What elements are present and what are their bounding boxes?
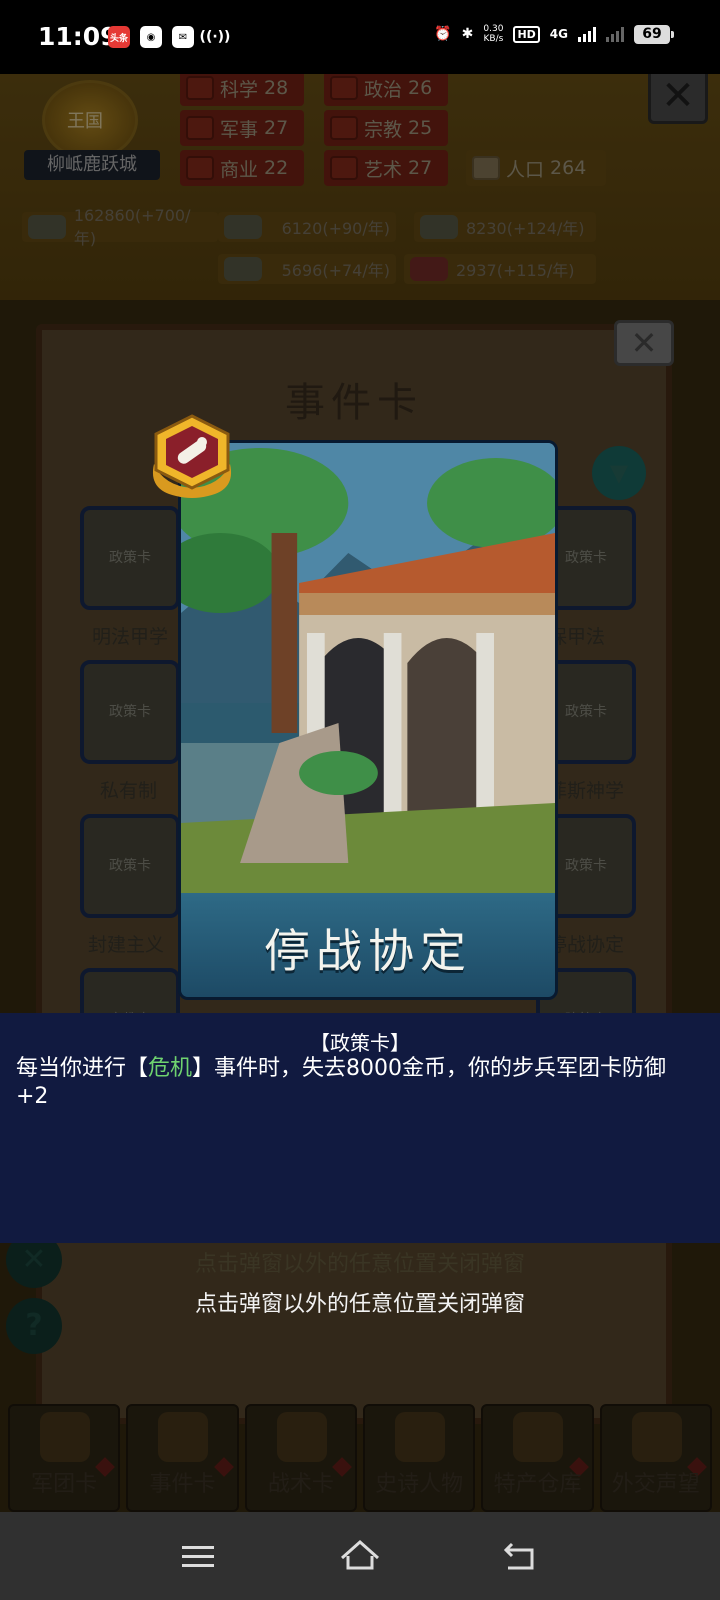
hd-voice-icon: HD: [513, 25, 540, 43]
card-title: 停战协定: [264, 924, 472, 978]
hotspot-icon: ((·)): [199, 29, 231, 45]
toutiao-app-icon: 头条: [108, 26, 130, 48]
network-type: 4G: [549, 27, 568, 41]
close-hint-shadow: 点击弹窗以外的任意位置关闭弹窗: [194, 1252, 525, 1277]
filter-icon[interactable]: ▼: [592, 446, 646, 500]
menu-icon[interactable]: [176, 1534, 220, 1578]
bluetooth-icon: ✱: [461, 26, 474, 42]
card-info-box: 【政策卡】 每当你进行【危机】事件时，失去8000金币，你的步兵军团卡防御+2: [0, 1013, 720, 1243]
status-time: 11:09: [38, 22, 118, 51]
desc-keyword: 危机: [148, 1056, 193, 1081]
signal-icon: [578, 26, 596, 42]
desc-before: 每当你进行【: [16, 1056, 149, 1081]
signal-2-icon: [606, 26, 624, 42]
wechat-icon: ✉: [172, 26, 194, 48]
system-nav-bar: [0, 1512, 720, 1600]
card-title-banner: 停战协定: [181, 893, 555, 997]
card-type-label: 【政策卡】: [310, 1031, 410, 1055]
card-description: 每当你进行【危机】事件时，失去8000金币，你的步兵军团卡防御+2: [16, 1055, 696, 1111]
notification-icons: 头条 ◉ ✉ ((·)): [108, 26, 231, 48]
status-bar: 11:09 头条 ◉ ✉ ((·)) ⏰ ✱ 0.30 KB/s HD 4G 6…: [0, 0, 720, 74]
card-artwork: [181, 443, 555, 893]
panel-close-button[interactable]: ✕: [614, 320, 674, 366]
battery-icon: 69: [634, 24, 674, 44]
alarm-icon: ⏰: [434, 26, 452, 42]
net-speed-value: 0.30: [483, 24, 504, 34]
net-speed: 0.30 KB/s: [483, 24, 503, 44]
robot-app-icon: ◉: [140, 26, 162, 48]
home-icon[interactable]: [338, 1534, 382, 1578]
net-speed-unit: KB/s: [483, 34, 504, 44]
back-icon[interactable]: [498, 1534, 542, 1578]
close-hint: 点击弹窗以外的任意位置关闭弹窗: [194, 1292, 525, 1317]
policy-badge-icon: [152, 414, 232, 498]
event-card[interactable]: 停战协定: [178, 440, 558, 1000]
